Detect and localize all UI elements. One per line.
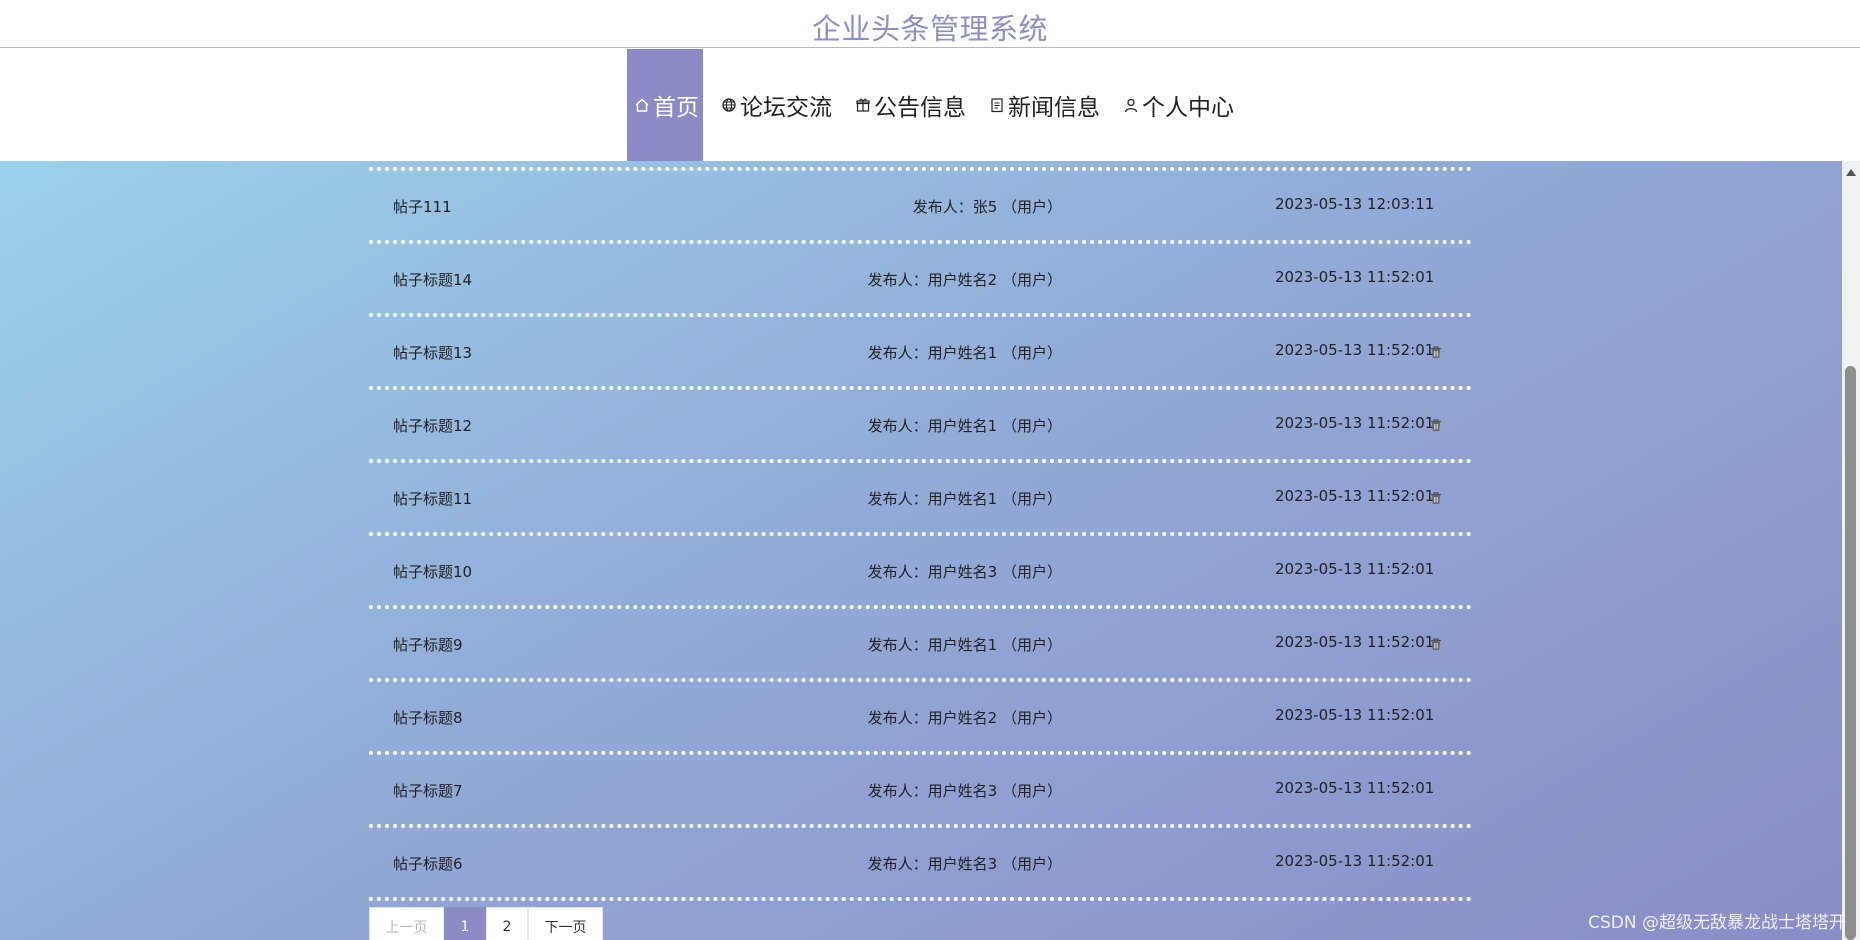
post-row[interactable]: 帖子标题8 发布人：用户姓名2 （用户） 2023-05-13 11:52:01 [369, 678, 1472, 751]
post-author: 发布人：用户姓名1 （用户） [867, 417, 1062, 435]
post-title[interactable]: 帖子标题12 [393, 415, 472, 436]
trash-icon[interactable] [1429, 636, 1443, 650]
post-date: 2023-05-13 11:52:01 [1275, 341, 1435, 359]
post-title[interactable]: 帖子标题11 [393, 488, 472, 509]
post-author: 发布人：用户姓名2 （用户） [867, 271, 1062, 289]
nav-label: 新闻信息 [1008, 95, 1100, 121]
post-title[interactable]: 帖子标题14 [393, 269, 472, 290]
nav-label: 论坛交流 [740, 95, 832, 121]
page-button-2[interactable]: 2 [486, 907, 528, 940]
main-nav: 首页 论坛交流 公告信息 新闻信息 个人中心 [0, 49, 1860, 161]
post-row[interactable]: 帖子标题14 发布人：用户姓名2 （用户） 2023-05-13 11:52:01 [369, 240, 1472, 313]
trash-icon[interactable] [1429, 417, 1443, 431]
scroll-up-arrow[interactable] [1846, 169, 1856, 176]
post-title[interactable]: 帖子标题7 [393, 780, 463, 801]
post-title[interactable]: 帖子标题9 [393, 634, 463, 655]
page-button-1[interactable]: 1 [444, 907, 486, 940]
nav-label: 首页 [653, 95, 699, 121]
pagination: 上一页 1 2 下一页 [369, 907, 603, 940]
post-row[interactable]: 帖子标题7 发布人：用户姓名3 （用户） 2023-05-13 11:52:01 [369, 751, 1472, 824]
nav-item-forum[interactable]: 论坛交流 [715, 49, 837, 161]
post-row[interactable]: 帖子标题13 发布人：用户姓名1 （用户） 2023-05-13 11:52:01 [369, 313, 1472, 386]
post-author: 发布人：用户姓名3 （用户） [867, 782, 1062, 800]
home-icon [633, 96, 651, 114]
gift-icon [854, 96, 872, 114]
nav-label: 公告信息 [874, 95, 966, 121]
post-date: 2023-05-13 11:52:01 [1275, 852, 1435, 870]
user-icon [1122, 96, 1140, 114]
post-date: 2023-05-13 11:52:01 [1275, 633, 1435, 651]
nav-item-notice[interactable]: 公告信息 [849, 49, 971, 161]
post-date: 2023-05-13 11:52:01 [1275, 414, 1435, 432]
post-row[interactable]: 帖子标题6 发布人：用户姓名3 （用户） 2023-05-13 11:52:01 [369, 824, 1472, 897]
post-author: 发布人：用户姓名3 （用户） [867, 563, 1062, 581]
post-date: 2023-05-13 11:52:01 [1275, 560, 1435, 578]
trash-icon[interactable] [1429, 490, 1443, 504]
post-date: 2023-05-13 11:52:01 [1275, 487, 1435, 505]
post-row[interactable]: 帖子标题9 发布人：用户姓名1 （用户） 2023-05-13 11:52:01 [369, 605, 1472, 678]
post-list: 帖子111 发布人：张5 （用户） 2023-05-13 12:03:11 帖子标题1… [369, 167, 1472, 901]
post-author: 发布人：用户姓名1 （用户） [867, 490, 1062, 508]
post-title[interactable]: 帖子标题6 [393, 853, 463, 874]
page-header: 企业头条管理系统 [0, 0, 1860, 48]
nav-item-news[interactable]: 新闻信息 [983, 49, 1105, 161]
list-divider [369, 897, 1472, 901]
post-row[interactable]: 帖子标题11 发布人：用户姓名1 （用户） 2023-05-13 11:52:01 [369, 459, 1472, 532]
post-row[interactable]: 帖子111 发布人：张5 （用户） 2023-05-13 12:03:11 [369, 167, 1472, 240]
app-title: 企业头条管理系统 [811, 12, 1048, 46]
post-author: 发布人：用户姓名1 （用户） [867, 344, 1062, 362]
post-title[interactable]: 帖子标题13 [393, 342, 472, 363]
nav-item-home[interactable]: 首页 [627, 49, 703, 161]
prev-page-button[interactable]: 上一页 [369, 907, 444, 940]
next-page-button[interactable]: 下一页 [528, 907, 603, 940]
post-author: 发布人：用户姓名1 （用户） [867, 636, 1062, 654]
post-date: 2023-05-13 11:52:01 [1275, 268, 1435, 286]
trash-icon[interactable] [1429, 344, 1443, 358]
post-title[interactable]: 帖子标题10 [393, 561, 472, 582]
post-title[interactable]: 帖子111 [393, 196, 452, 217]
nav-label: 个人中心 [1142, 95, 1234, 121]
content-area: 帖子111 发布人：张5 （用户） 2023-05-13 12:03:11 帖子标题1… [0, 161, 1842, 940]
nav-item-profile[interactable]: 个人中心 [1117, 49, 1239, 161]
post-author: 发布人：张5 （用户） [912, 198, 1062, 216]
vertical-scrollbar[interactable] [1842, 161, 1860, 940]
post-row[interactable]: 帖子标题10 发布人：用户姓名3 （用户） 2023-05-13 11:52:01 [369, 532, 1472, 605]
post-title[interactable]: 帖子标题8 [393, 707, 463, 728]
watermark: CSDN @超级无敌暴龙战士塔塔开 [1588, 913, 1846, 933]
post-author: 发布人：用户姓名3 （用户） [867, 855, 1062, 873]
post-row[interactable]: 帖子标题12 发布人：用户姓名1 （用户） 2023-05-13 11:52:01 [369, 386, 1472, 459]
document-icon [988, 96, 1006, 114]
scrollbar-thumb[interactable] [1845, 366, 1856, 940]
globe-icon [720, 96, 738, 114]
post-date: 2023-05-13 11:52:01 [1275, 706, 1435, 724]
post-date: 2023-05-13 11:52:01 [1275, 779, 1435, 797]
post-date: 2023-05-13 12:03:11 [1275, 195, 1435, 213]
post-author: 发布人：用户姓名2 （用户） [867, 709, 1062, 727]
